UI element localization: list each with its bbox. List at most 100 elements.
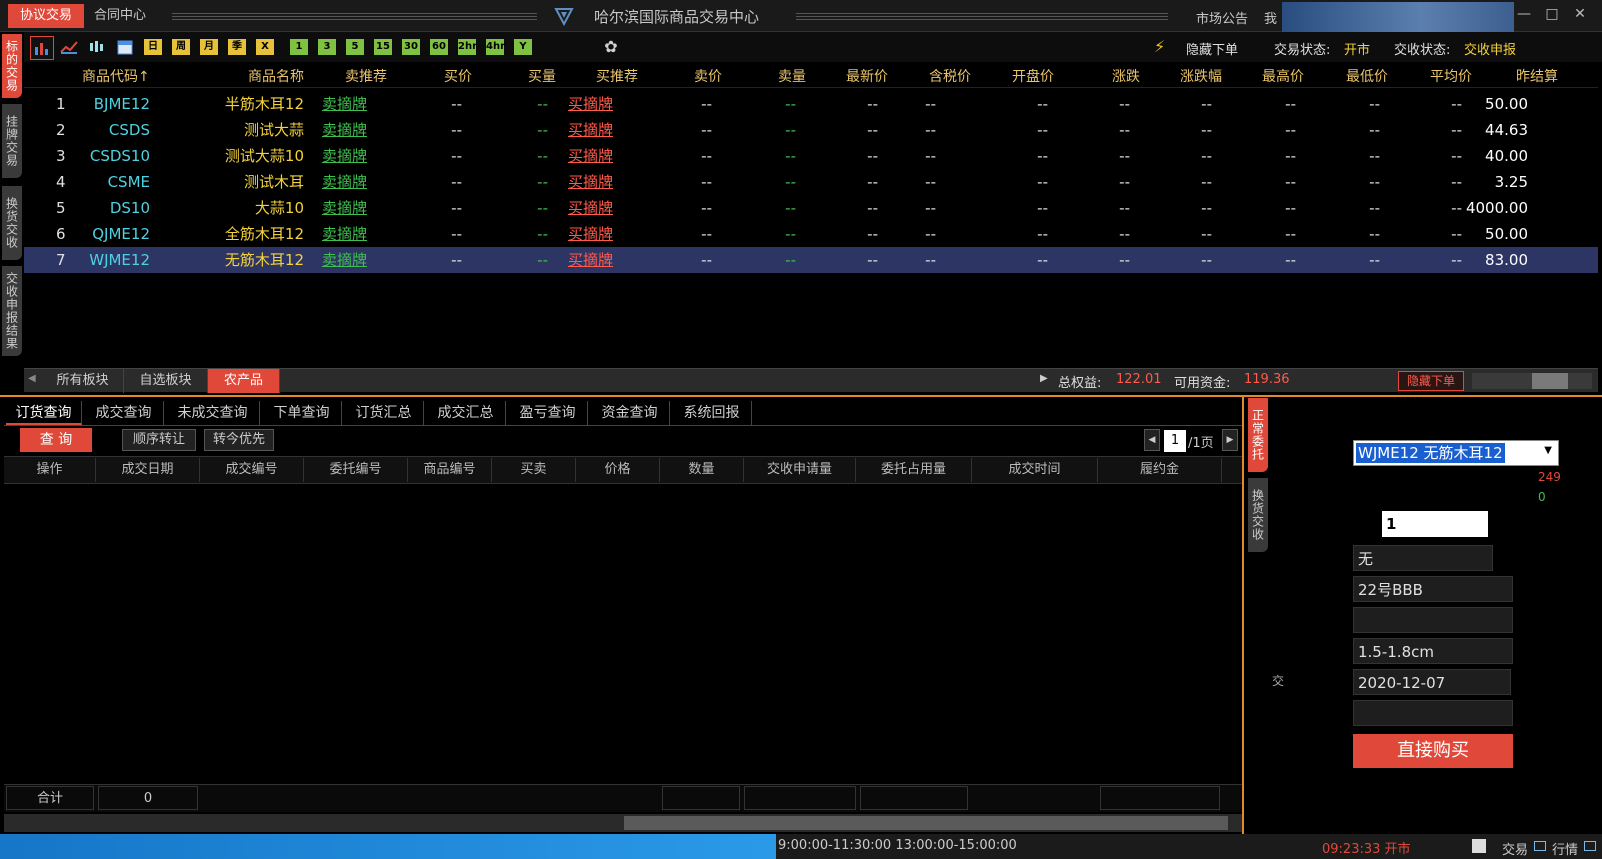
scroll-right-icon[interactable]: ▶	[1040, 373, 1048, 384]
qcol-header-side[interactable]: 买卖	[492, 458, 576, 482]
field-blank-2[interactable]	[1353, 700, 1513, 726]
col-header-change-pct[interactable]: 涨跌幅	[1180, 66, 1222, 88]
sell-delist-link[interactable]: 卖摘牌	[322, 91, 367, 117]
minute-5-button[interactable]: 5	[346, 39, 364, 55]
hide-order-button[interactable]: 隐藏下单	[1398, 371, 1464, 391]
vtab-exchange-delivery[interactable]: 换货交收	[2, 186, 22, 260]
minute-3-button[interactable]: 3	[318, 39, 336, 55]
buy-delist-link[interactable]: 买摘牌	[568, 117, 613, 143]
col-header-open[interactable]: 开盘价	[1012, 66, 1054, 88]
product-select[interactable]: WJME12 无筋木耳12 ▼	[1353, 440, 1559, 466]
qcol-header-trade-date[interactable]: 成交日期	[96, 458, 200, 482]
scroll-left-icon[interactable]: ◀	[28, 373, 36, 384]
board-scrollbar[interactable]	[1472, 373, 1592, 389]
board-tab-agriculture[interactable]: 农产品	[208, 369, 280, 393]
query-tab-order-summary[interactable]: 订货汇总	[344, 401, 424, 425]
period-x-button[interactable]: X	[256, 39, 274, 55]
sell-delist-link[interactable]: 卖摘牌	[322, 247, 367, 273]
qcol-header-trade-no[interactable]: 成交编号	[200, 458, 304, 482]
qcol-header-product-no[interactable]: 商品编号	[408, 458, 492, 482]
table-row[interactable]: 4 CSME 测试木耳 卖摘牌 买摘牌 -- -- -- -- -- -- -- -- -- -- -- -- 3…	[24, 169, 1598, 195]
query-scrollbar-thumb[interactable]	[624, 816, 1228, 830]
sell-delist-link[interactable]: 卖摘牌	[322, 221, 367, 247]
close-icon[interactable]: ✕	[1568, 4, 1592, 24]
minute-30-button[interactable]: 30	[402, 39, 420, 55]
query-tab-pending[interactable]: 未成交查询	[166, 401, 260, 425]
qcol-header-delivery-qty[interactable]: 交收申请量	[744, 458, 856, 482]
qcol-header-price[interactable]: 价格	[576, 458, 660, 482]
period-day-button[interactable]: 日	[144, 39, 162, 55]
square-icon[interactable]	[1472, 839, 1486, 853]
table-row[interactable]: 1 BJME12 半筋木耳12 卖摘牌 买摘牌 -- -- -- -- -- -- -- -- -- -- -…	[24, 91, 1598, 117]
query-tab-pnl[interactable]: 盈亏查询	[508, 401, 588, 425]
year-button[interactable]: Y	[514, 39, 532, 55]
col-header-buy-recommend[interactable]: 买推荐	[596, 66, 638, 88]
buy-delist-link[interactable]: 买摘牌	[568, 143, 613, 169]
maximize-icon[interactable]: □	[1540, 4, 1564, 24]
qcol-header-operate[interactable]: 操作	[4, 458, 96, 482]
field-warehouse[interactable]: 22号BBB	[1353, 576, 1513, 602]
col-header-name[interactable]: 商品名称	[248, 66, 304, 88]
page-next-icon[interactable]: ▶	[1222, 429, 1238, 451]
table-row[interactable]: 3 CSDS10 测试大蒜10 卖摘牌 买摘牌 -- -- -- -- -- -- -- -- -- -- -…	[24, 143, 1598, 169]
tab-agreement-trade[interactable]: 协议交易	[8, 4, 85, 28]
bar-chart-icon[interactable]	[30, 36, 54, 60]
vtab-listing-trade[interactable]: 挂牌交易	[2, 104, 22, 178]
table-row[interactable]: 5 DS10 大蒜10 卖摘牌 买摘牌 -- -- -- -- -- -- -- -- -- -- -- -- 4…	[24, 195, 1598, 221]
hour-2-button[interactable]: 2hr	[458, 39, 477, 55]
page-prev-icon[interactable]: ◀	[1144, 429, 1160, 451]
buy-delist-link[interactable]: 买摘牌	[568, 91, 613, 117]
table-row[interactable]: 6 QJME12 全筋木耳12 卖摘牌 买摘牌 -- -- -- -- -- -- -- -- -- -- -…	[24, 221, 1598, 247]
query-tab-orders[interactable]: 订货查询	[6, 401, 82, 425]
minute-15-button[interactable]: 15	[374, 39, 392, 55]
candlestick-icon[interactable]	[88, 39, 106, 55]
col-header-high[interactable]: 最高价	[1262, 66, 1304, 88]
minute-60-button[interactable]: 60	[430, 39, 448, 55]
query-tab-trade-summary[interactable]: 成交汇总	[426, 401, 506, 425]
settings-gear-icon[interactable]: ✿	[602, 39, 620, 55]
col-header-last[interactable]: 最新价	[846, 66, 888, 88]
line-chart-icon[interactable]	[60, 39, 78, 55]
field-date[interactable]: 2020-12-07	[1353, 669, 1511, 695]
sell-delist-link[interactable]: 卖摘牌	[322, 143, 367, 169]
qcol-header-qty[interactable]: 数量	[660, 458, 744, 482]
query-tab-trades[interactable]: 成交查询	[84, 401, 164, 425]
sell-delist-link[interactable]: 卖摘牌	[322, 195, 367, 221]
col-header-low[interactable]: 最低价	[1346, 66, 1388, 88]
qcol-header-entrust-no[interactable]: 委托编号	[304, 458, 408, 482]
my-link[interactable]: 我	[1264, 8, 1277, 27]
field-grade[interactable]: 无	[1353, 545, 1493, 571]
hour-4-button[interactable]: 4hr	[486, 39, 505, 55]
today-priority-button[interactable]: 转今优先	[204, 429, 274, 451]
col-header-tax-price[interactable]: 含税价	[929, 66, 971, 88]
sell-delist-link[interactable]: 卖摘牌	[322, 169, 367, 195]
col-header-bid[interactable]: 买价	[444, 66, 472, 88]
col-header-change[interactable]: 涨跌	[1112, 66, 1140, 88]
hide-order-toggle[interactable]: 隐藏下单	[1186, 39, 1238, 58]
board-tab-all[interactable]: 所有板块	[42, 369, 124, 393]
tab-contract-center[interactable]: 合同中心	[82, 4, 158, 28]
query-button[interactable]: 查 询	[20, 428, 92, 452]
quantity-input[interactable]: 1	[1382, 511, 1488, 537]
vtab-exchange-delivery-right[interactable]: 换货交收	[1248, 478, 1268, 552]
query-scrollbar[interactable]	[4, 814, 1242, 832]
direct-buy-button[interactable]: 直接购买	[1353, 734, 1513, 768]
period-season-button[interactable]: 季	[228, 39, 246, 55]
query-tab-system-report[interactable]: 系统回报	[672, 401, 752, 425]
qcol-header-trade-time[interactable]: 成交时间	[972, 458, 1098, 482]
col-header-ask-volume[interactable]: 卖量	[778, 66, 806, 88]
col-header-avg[interactable]: 平均价	[1430, 66, 1472, 88]
table-row[interactable]: 2 CSDS 测试大蒜 卖摘牌 买摘牌 -- -- -- -- -- -- -- -- -- -- -- -- 4…	[24, 117, 1598, 143]
col-header-prev-settle[interactable]: 昨结算	[1516, 66, 1558, 88]
minimize-icon[interactable]: —	[1512, 4, 1536, 24]
period-week-button[interactable]: 周	[172, 39, 190, 55]
buy-delist-link[interactable]: 买摘牌	[568, 195, 613, 221]
board-tab-custom[interactable]: 自选板块	[124, 369, 208, 393]
buy-delist-link[interactable]: 买摘牌	[568, 169, 613, 195]
sell-delist-link[interactable]: 卖摘牌	[322, 117, 367, 143]
qcol-header-margin[interactable]: 履约金	[1098, 458, 1222, 482]
minute-1-button[interactable]: 1	[290, 39, 308, 55]
query-tab-funds[interactable]: 资金查询	[590, 401, 670, 425]
vtab-target-trade[interactable]: 标的交易	[2, 34, 22, 98]
field-blank-1[interactable]	[1353, 607, 1513, 633]
